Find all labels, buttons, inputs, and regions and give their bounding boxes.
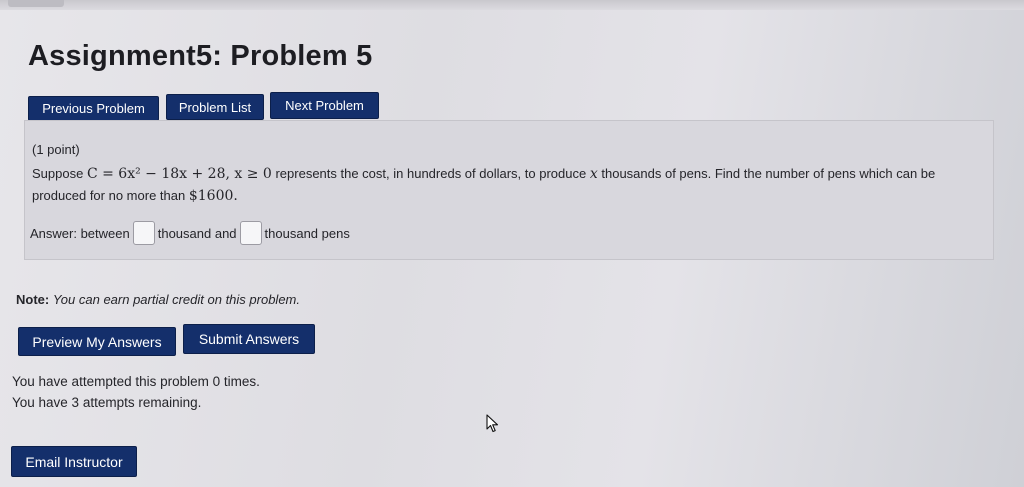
- tab-stub: [8, 0, 64, 7]
- next-problem-button[interactable]: Next Problem: [270, 92, 379, 119]
- problem-list-button[interactable]: Problem List: [166, 94, 264, 120]
- statement-middle: represents the cost, in hundreds of doll…: [275, 166, 587, 181]
- partial-credit-note: Note: You can earn partial credit on thi…: [16, 292, 300, 307]
- email-instructor-button[interactable]: Email Instructor: [11, 446, 137, 477]
- answer-input-upper[interactable]: [239, 221, 262, 245]
- note-label: Note:: [16, 292, 50, 307]
- answer-row: Answer: between thousand and thousand pe…: [30, 221, 350, 245]
- answer-suffix: thousand pens: [264, 225, 350, 241]
- browser-top-edge: [0, 0, 1024, 10]
- answer-input-lower[interactable]: [132, 221, 155, 245]
- dollar-amount: $1600.: [188, 188, 238, 204]
- preview-answers-button[interactable]: Preview My Answers: [18, 327, 176, 356]
- mouse-pointer-icon: [486, 414, 499, 433]
- attempted-count: You have attempted this problem 0 times.: [12, 374, 260, 389]
- previous-problem-button[interactable]: Previous Problem: [28, 96, 159, 121]
- variable-x: x: [589, 166, 598, 182]
- attempts-status: You have attempted this problem 0 times.…: [12, 371, 260, 413]
- note-text: You can earn partial credit on this prob…: [52, 292, 300, 307]
- page-title: Assignment5: Problem 5: [28, 40, 373, 72]
- cost-formula: C = 6x² − 18x + 28, x ≥ 0: [86, 166, 272, 182]
- statement-prefix: Suppose: [32, 166, 84, 181]
- answer-middle: thousand and: [157, 225, 237, 241]
- answer-prefix: Answer: between: [30, 225, 130, 241]
- submit-answers-button[interactable]: Submit Answers: [183, 324, 315, 354]
- attempts-remaining: You have 3 attempts remaining.: [12, 395, 202, 410]
- problem-statement: Suppose C = 6x² − 18x + 28, x ≥ 0 repres…: [32, 163, 982, 207]
- point-value: (1 point): [32, 142, 80, 157]
